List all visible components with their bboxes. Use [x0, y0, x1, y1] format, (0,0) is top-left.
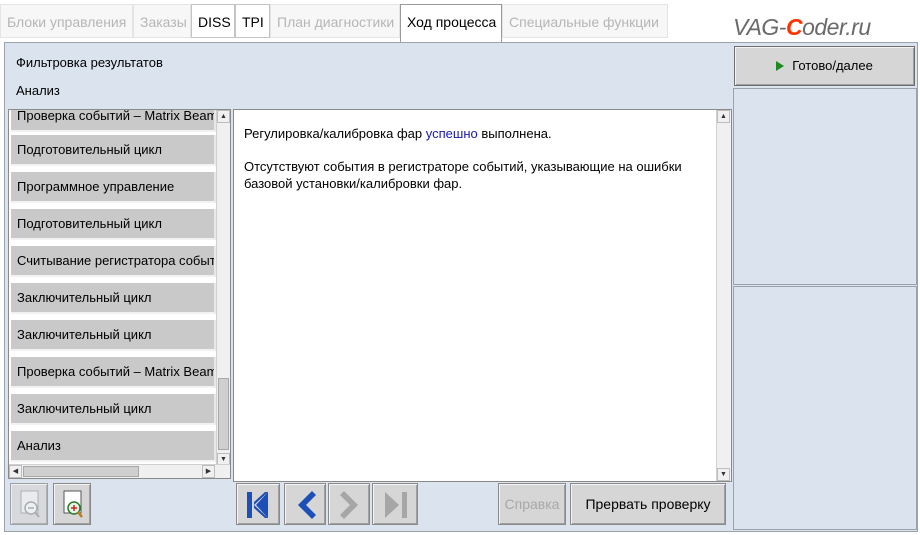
list-item[interactable]: Проверка событий – Matrix Beam	[11, 357, 216, 388]
watermark-logo: VAG-Coder.ru	[733, 14, 871, 40]
result-text-panel: Регулировка/калибровка фар успешно выпол…	[233, 109, 732, 482]
done-next-button[interactable]: Готово/далее	[734, 46, 915, 86]
result-line: Регулировка/калибровка фар успешно выпол…	[244, 126, 552, 141]
zoom-in-button[interactable]	[53, 483, 91, 525]
zoom-in-icon	[63, 490, 83, 518]
scroll-up-icon[interactable]: ▲	[217, 110, 230, 123]
prev-icon	[298, 491, 316, 519]
scroll-right-icon[interactable]: ▶	[202, 465, 215, 478]
list-item[interactable]: Подготовительный цикл	[11, 209, 216, 240]
filter-title: Фильтровка результатов	[16, 55, 163, 70]
steps-horizontal-scrollbar[interactable]: ◀ ▶	[9, 464, 230, 478]
list-item[interactable]: Проверка событий – Matrix Beam	[11, 110, 216, 132]
first-icon	[247, 492, 268, 518]
zoom-out-button[interactable]	[10, 483, 48, 525]
list-item[interactable]: Заключительный цикл	[11, 283, 216, 314]
tab-diagnostic-plan[interactable]: План диагностики	[270, 4, 400, 38]
help-button[interactable]: Справка	[498, 483, 566, 525]
next-icon	[340, 491, 358, 519]
last-step-button[interactable]	[372, 483, 418, 525]
list-item[interactable]: Заключительный цикл	[11, 320, 216, 351]
steps-vertical-scrollbar[interactable]: ▲ ▼	[216, 110, 230, 466]
scroll-thumb[interactable]	[23, 466, 139, 477]
tab-control-units[interactable]: Блоки управления	[0, 4, 133, 38]
scroll-thumb[interactable]	[218, 378, 229, 450]
tab-bar: Блоки управления Заказы DISS TPI План ди…	[0, 0, 920, 44]
tab-orders[interactable]: Заказы	[133, 4, 191, 38]
tab-process[interactable]: Ход процесса	[400, 4, 502, 44]
list-item[interactable]: Подготовительный цикл	[11, 135, 216, 166]
list-item[interactable]: Заключительный цикл	[11, 394, 216, 425]
result-description: Отсутствуют события в регистраторе событ…	[244, 159, 682, 191]
tab-tpi[interactable]: TPI	[235, 4, 270, 38]
list-item[interactable]: Считывание регистратора событий	[11, 246, 216, 277]
zoom-out-icon	[20, 490, 40, 518]
abort-test-button[interactable]: Прервать проверку	[570, 483, 726, 525]
result-vertical-scrollbar[interactable]: ▲ ▼	[716, 110, 731, 481]
scroll-down-icon[interactable]: ▼	[717, 468, 730, 481]
tab-diss[interactable]: DISS	[191, 4, 235, 38]
previous-step-button[interactable]	[284, 483, 326, 525]
right-lower-panel	[733, 286, 917, 530]
first-step-button[interactable]	[236, 483, 280, 525]
result-filter-header: Фильтровка результатов Анализ	[8, 45, 731, 106]
play-icon	[776, 60, 785, 71]
last-icon	[385, 492, 407, 518]
right-info-panel	[733, 88, 917, 285]
next-step-button[interactable]	[328, 483, 370, 525]
steps-list[interactable]: Проверка событий – Matrix Beam Подготови…	[8, 109, 231, 479]
tab-special-functions[interactable]: Специальные функции	[502, 4, 668, 38]
list-item[interactable]: Анализ	[11, 431, 216, 462]
scroll-up-icon[interactable]: ▲	[717, 110, 730, 123]
list-item[interactable]: Программное управление	[11, 172, 216, 203]
analysis-label: Анализ	[16, 83, 60, 98]
scroll-left-icon[interactable]: ◀	[9, 465, 22, 478]
